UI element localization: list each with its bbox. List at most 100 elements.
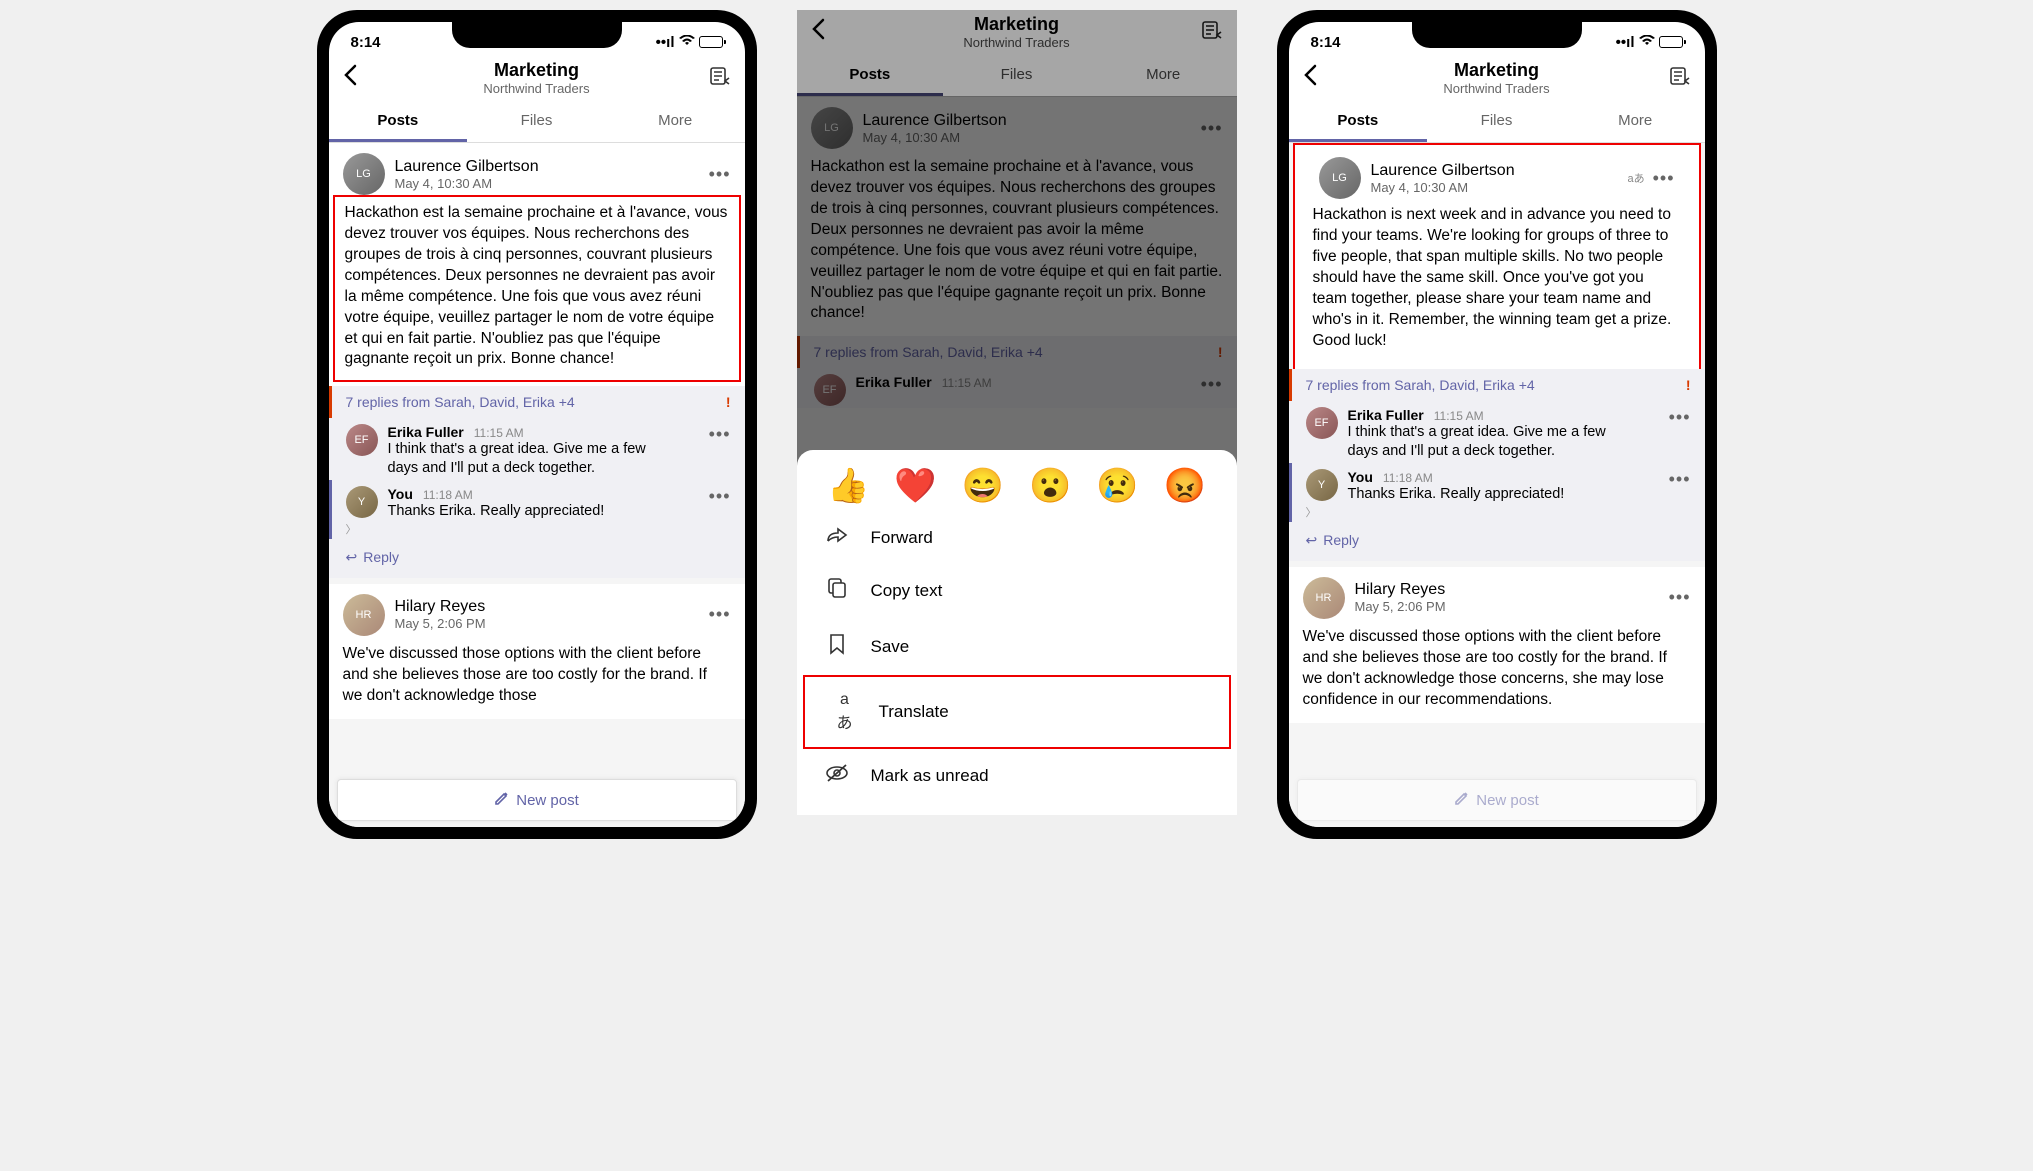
- tab-posts[interactable]: Posts: [1289, 102, 1428, 142]
- avatar[interactable]: Y: [1306, 469, 1338, 501]
- compose-icon: [494, 790, 510, 810]
- reaction-laugh[interactable]: 😄: [962, 466, 1004, 506]
- avatar[interactable]: LG: [343, 153, 385, 195]
- new-post-button[interactable]: New post: [1297, 779, 1697, 821]
- notch: [452, 22, 622, 48]
- sheet-forward[interactable]: Forward: [797, 512, 1237, 563]
- reply-item: Y You 11:18 AM Thanks Erika. Really appr…: [332, 480, 745, 521]
- post-time: May 5, 2:06 PM: [395, 616, 486, 631]
- avatar[interactable]: Y: [346, 486, 378, 518]
- page-subtitle: Northwind Traders: [373, 81, 701, 96]
- reply-author: You: [1348, 469, 1373, 485]
- reply-arrow-icon: ↩: [1306, 532, 1318, 549]
- reply-item: EF Erika Fuller 11:15 AM I think that's …: [332, 418, 745, 478]
- reply-button[interactable]: ↩ Reply: [332, 539, 745, 576]
- post-body[interactable]: We've discussed those options with the c…: [1289, 619, 1705, 723]
- tab-more[interactable]: More: [606, 102, 745, 142]
- reply-item: Y You 11:18 AM Thanks Erika. Really appr…: [1292, 463, 1705, 504]
- sheet-save[interactable]: Save: [797, 619, 1237, 675]
- replies-summary[interactable]: 7 replies from Sarah, David, Erika +4 !: [329, 386, 745, 418]
- replies-summary[interactable]: 7 replies from Sarah, David, Erika +4 !: [1289, 369, 1705, 401]
- wifi-icon: [679, 34, 695, 51]
- reply-text: I think that's a great idea. Give me a f…: [1348, 423, 1669, 461]
- copy-icon: [825, 577, 849, 605]
- post-item: LG Laurence Gilbertson May 4, 10:30 AM a…: [1293, 143, 1701, 371]
- page-subtitle: Northwind Traders: [1333, 81, 1661, 96]
- reaction-surprised[interactable]: 😮: [1029, 466, 1071, 506]
- avatar[interactable]: EF: [1306, 407, 1338, 439]
- reply-text: Thanks Erika. Really appreciated!: [1348, 485, 1669, 504]
- avatar[interactable]: HR: [1303, 577, 1345, 619]
- sheet-copy[interactable]: Copy text: [797, 563, 1237, 619]
- reply-more-icon[interactable]: •••: [1669, 407, 1691, 461]
- expand-chevron-icon[interactable]: 〉: [332, 521, 745, 537]
- reply-more-icon[interactable]: •••: [709, 424, 731, 478]
- post-author: Laurence Gilbertson: [1371, 162, 1515, 180]
- tab-posts[interactable]: Posts: [329, 102, 468, 142]
- compose-icon: [1454, 790, 1470, 810]
- reaction-row: 👍 ❤️ 😄 😮 😢 😡: [797, 456, 1237, 512]
- status-time: 8:14: [1311, 34, 1341, 51]
- sheet-label: Copy text: [871, 581, 943, 601]
- tab-more[interactable]: More: [1566, 102, 1705, 142]
- new-post-label: New post: [516, 792, 579, 809]
- back-button[interactable]: [1303, 64, 1333, 93]
- post-more-icon[interactable]: •••: [709, 604, 731, 625]
- post-time: May 4, 10:30 AM: [395, 176, 539, 191]
- status-time: 8:14: [351, 34, 381, 51]
- replies-text: 7 replies from Sarah, David, Erika +4: [346, 394, 575, 410]
- reply-time: 11:15 AM: [474, 426, 524, 440]
- reply-item: EF Erika Fuller 11:15 AM I think that's …: [1292, 401, 1705, 461]
- post-body[interactable]: Hackathon is next week and in advance yo…: [1305, 199, 1689, 359]
- reply-time: 11:18 AM: [1383, 471, 1433, 485]
- replies-text: 7 replies from Sarah, David, Erika +4: [1306, 377, 1535, 393]
- reply-text: Thanks Erika. Really appreciated!: [388, 502, 709, 521]
- translate-icon: aあ: [833, 691, 857, 733]
- back-button[interactable]: [343, 64, 373, 93]
- new-post-button[interactable]: New post: [337, 779, 737, 821]
- page-title: Marketing: [373, 60, 701, 81]
- avatar[interactable]: LG: [1319, 157, 1361, 199]
- reply-author: Erika Fuller: [1348, 407, 1424, 423]
- reply-text: I think that's a great idea. Give me a f…: [388, 440, 709, 478]
- avatar[interactable]: HR: [343, 594, 385, 636]
- post-more-icon[interactable]: •••: [1653, 168, 1675, 189]
- signal-icon: ••ıl: [1616, 34, 1635, 51]
- post-body[interactable]: We've discussed those options with the c…: [329, 636, 745, 719]
- avatar[interactable]: EF: [346, 424, 378, 456]
- post-body[interactable]: Hackathon est la semaine prochaine et à …: [333, 195, 741, 382]
- reply-author: You: [388, 486, 413, 502]
- signal-icon: ••ıl: [656, 34, 675, 51]
- channel-options-icon[interactable]: [701, 66, 731, 91]
- channel-header: Marketing Northwind Traders: [1289, 56, 1705, 102]
- reply-button[interactable]: ↩ Reply: [1292, 522, 1705, 559]
- feed[interactable]: LG Laurence Gilbertson May 4, 10:30 AM a…: [1289, 143, 1705, 827]
- forward-icon: [825, 526, 849, 549]
- reaction-like[interactable]: 👍: [827, 466, 869, 506]
- phone-left: 8:14 ••ıl Marketing Northwind Traders Po…: [317, 10, 757, 839]
- reaction-heart[interactable]: ❤️: [894, 466, 936, 506]
- reply-more-icon[interactable]: •••: [1669, 469, 1691, 504]
- feed[interactable]: LG Laurence Gilbertson May 4, 10:30 AM •…: [329, 143, 745, 827]
- urgent-icon: !: [726, 394, 731, 410]
- translated-indicator-icon: aあ: [1627, 170, 1644, 186]
- reaction-sad[interactable]: 😢: [1096, 466, 1138, 506]
- sheet-label: Mark as unread: [871, 766, 989, 786]
- post-more-icon[interactable]: •••: [1669, 587, 1691, 608]
- reply-arrow-icon: ↩: [346, 549, 358, 566]
- channel-header: Marketing Northwind Traders: [329, 56, 745, 102]
- unread-icon: [825, 763, 849, 789]
- tab-files[interactable]: Files: [1427, 102, 1566, 142]
- tab-files[interactable]: Files: [467, 102, 606, 142]
- expand-chevron-icon[interactable]: 〉: [1292, 504, 1705, 520]
- post-author: Hilary Reyes: [395, 598, 486, 616]
- sheet-translate[interactable]: aあ Translate: [803, 675, 1231, 749]
- sheet-mark-unread[interactable]: Mark as unread: [797, 749, 1237, 803]
- reaction-angry[interactable]: 😡: [1164, 466, 1206, 506]
- channel-options-icon[interactable]: [1661, 66, 1691, 91]
- sheet-label: Forward: [871, 528, 933, 548]
- reply-more-icon[interactable]: •••: [709, 486, 731, 521]
- post-time: May 5, 2:06 PM: [1355, 599, 1446, 614]
- post-more-icon[interactable]: •••: [709, 164, 731, 185]
- sheet-label: Save: [871, 637, 910, 657]
